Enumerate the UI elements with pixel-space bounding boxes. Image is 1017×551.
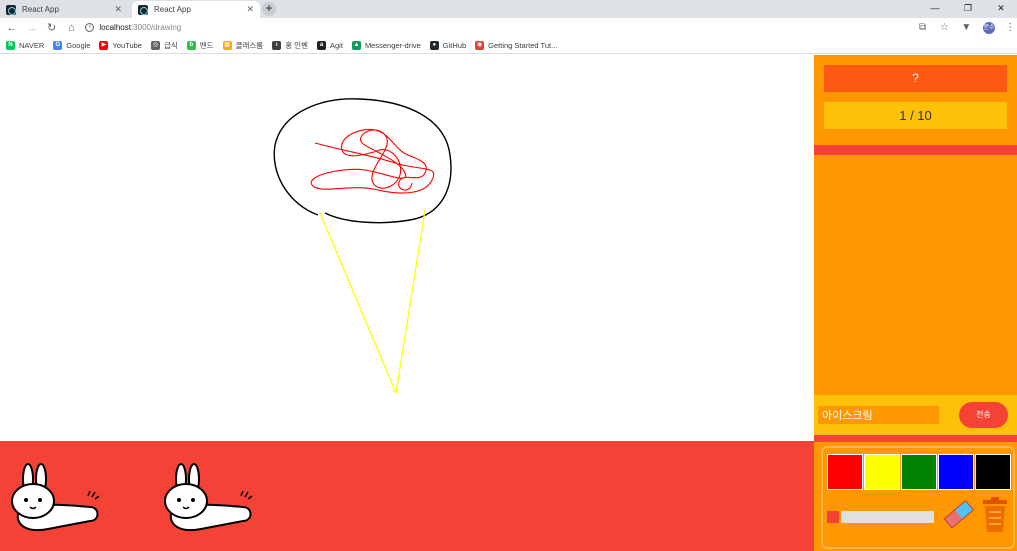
brush-size-slider[interactable] (841, 511, 934, 523)
reload-button[interactable]: ↻ (44, 20, 60, 36)
bookmark-label: Getting Started Tut... (488, 40, 558, 50)
url-input[interactable]: i localhost:3000/drawing (85, 20, 907, 35)
send-button[interactable]: 전송 (959, 402, 1008, 428)
url-path: :3000/drawing (130, 23, 182, 32)
minimize-button[interactable]: — (920, 0, 950, 18)
tool-palette (821, 446, 1015, 549)
drive-icon: ▲ (351, 40, 361, 50)
bookmark-label: 밴드 (199, 40, 214, 50)
browser-tab-active[interactable]: React App ✕ (132, 1, 260, 18)
bookmark-label: 클래스룸 (235, 40, 264, 50)
profile-icon[interactable]: 분수 (983, 21, 996, 34)
bookmark-label: Google (66, 40, 91, 50)
bookmark-label: YouTube (112, 40, 142, 50)
player-bunny-avatar (164, 463, 253, 532)
eraser-icon[interactable] (941, 498, 975, 532)
round-counter: 1 / 10 (824, 102, 1007, 129)
bookmark-item[interactable]: ◎ 급식 (150, 40, 178, 51)
github-icon: ● (429, 40, 439, 50)
bookmark-item[interactable]: N NAVER (6, 40, 45, 50)
drawing-strokes (273, 98, 452, 396)
classroom-icon: ▦ (222, 40, 232, 50)
tab-title: React App (154, 5, 191, 14)
brush-size-indicator (827, 511, 839, 523)
bookmark-item[interactable]: ı홍 인벤 (272, 40, 308, 51)
globe-icon: ◎ (150, 40, 160, 50)
color-swatch-red[interactable] (827, 454, 863, 490)
word-display: ? (824, 65, 1007, 92)
bookmark-item[interactable]: G Google (53, 40, 91, 50)
bookmark-label: Agit (330, 40, 343, 50)
new-tab-button[interactable]: + (262, 2, 276, 16)
naver-icon: N (6, 40, 15, 50)
divider (814, 435, 1017, 442)
url-host: localhost (99, 23, 131, 32)
stroke-yellow-cone (319, 209, 426, 396)
tab-title: React App (22, 5, 59, 14)
react-favicon-icon (6, 4, 16, 15)
side-panel: ? 1 / 10 전송 (814, 55, 1017, 551)
google-icon: G (53, 40, 63, 50)
player-bunny-avatar (11, 463, 100, 532)
bookmark-item[interactable]: ▲ Messenger-drive (351, 40, 421, 50)
bookmarks-bar: N NAVER G Google ▶ YouTube ◎ 급식 b 밴드 ▦ 클래스룸 ı 홍 인벤 a Ag… (0, 37, 1017, 54)
bookmark-label: Messenger-drive (364, 40, 421, 50)
band-icon: b (186, 40, 196, 50)
bookmark-item[interactable]: a Agit (317, 40, 343, 50)
bookmark-item[interactable]: ▦ 클래스룸 (222, 40, 264, 51)
bookmark-item[interactable]: ▶ YouTube (99, 40, 142, 50)
back-button[interactable]: ← (4, 20, 20, 36)
stroke-red-scribble (310, 128, 435, 194)
translate-icon[interactable]: ⧉ (916, 21, 930, 35)
trash-icon[interactable] (981, 496, 1009, 534)
answer-input[interactable] (818, 406, 939, 424)
bookmark-label: 홍 인벤 (285, 40, 308, 50)
inven-icon: ı (272, 40, 282, 50)
bookmark-label: GitHub (442, 40, 467, 50)
color-swatch-blue[interactable] (938, 454, 974, 490)
menu-icon[interactable]: ⋮ (1003, 21, 1017, 35)
window-close-button[interactable]: ✕ (986, 0, 1016, 18)
star-icon[interactable]: ☆ (937, 21, 951, 35)
tab-close-icon[interactable]: ✕ (114, 4, 122, 15)
tab-strip: React App ✕ React App ✕ + — ❐ ✕ (0, 0, 1017, 18)
chrome-icon: ◉ (475, 40, 485, 50)
bookmark-label: NAVER (19, 40, 45, 50)
site-info-icon[interactable]: i (85, 23, 95, 32)
extension-icon[interactable]: ▼ (959, 21, 973, 35)
stroke-black-outline (273, 98, 452, 224)
bookmark-item[interactable]: ◉ Getting Started Tut... (475, 40, 558, 50)
drawing-canvas[interactable] (0, 55, 814, 441)
agit-icon: a (317, 40, 326, 50)
bookmark-label: 급식 (163, 40, 178, 50)
bookmark-item[interactable]: b 밴드 (186, 40, 214, 51)
browser-tab[interactable]: React App ✕ (0, 1, 128, 18)
color-swatch-green[interactable] (901, 454, 937, 490)
react-favicon-icon (138, 4, 148, 15)
forward-button[interactable]: → (24, 20, 40, 36)
answer-row: 전송 (814, 395, 1017, 435)
tab-close-icon[interactable]: ✕ (246, 4, 254, 15)
address-bar: ← → ↻ ⌂ i localhost:3000/drawing ⧉ ☆ ▼ 분… (0, 18, 1017, 37)
youtube-icon: ▶ (99, 40, 109, 50)
restore-button[interactable]: ❐ (953, 0, 983, 18)
home-button[interactable]: ⌂ (64, 20, 80, 36)
players-bar (0, 441, 814, 551)
bookmark-item[interactable]: ● GitHub (429, 40, 467, 50)
divider (814, 145, 1017, 155)
color-swatch-black[interactable] (975, 454, 1011, 490)
color-swatch-yellow[interactable] (864, 454, 900, 490)
